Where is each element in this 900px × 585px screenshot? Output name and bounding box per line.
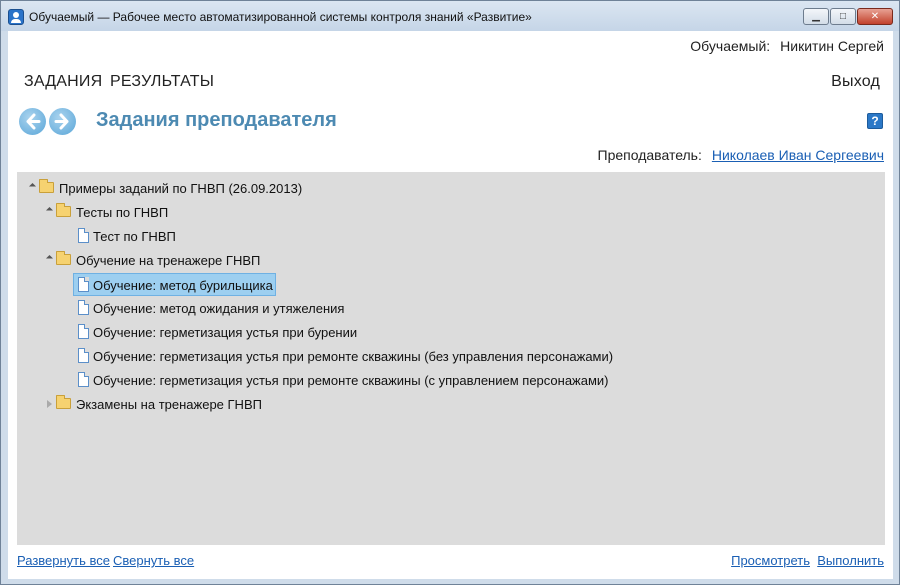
folder-icon <box>56 203 71 217</box>
current-user: Обучаемый: Никитин Сергей <box>690 38 884 54</box>
tree-document-node[interactable]: Обучение: метод ожидания и утяжеления <box>76 298 376 318</box>
user-label: Обучаемый: <box>690 38 771 54</box>
teacher-info: Преподаватель: Николаев Иван Сергеевич <box>598 147 884 163</box>
document-icon <box>78 348 89 363</box>
tree-document-node[interactable]: Обучение: герметизация устья при бурении <box>76 322 396 342</box>
nav-tasks[interactable]: ЗАДАНИЯ <box>24 73 102 91</box>
close-button[interactable]: ✕ <box>857 8 893 25</box>
tree-node-label: Обучение: герметизация устья при бурении <box>93 325 358 340</box>
app-window: Обучаемый — Рабочее место автоматизирова… <box>0 0 900 585</box>
app-user-icon <box>8 9 24 25</box>
help-icon[interactable]: ? <box>867 113 883 129</box>
tree-node-label: Тесты по ГНВП <box>76 205 169 220</box>
tree-node-label: Примеры заданий по ГНВП (26.09.2013) <box>59 181 303 196</box>
tree-node-label: Обучение: герметизация устья при ремонте… <box>93 349 614 364</box>
tree-node-label: Обучение: метод ожидания и утяжеления <box>93 301 345 316</box>
client-area: Обучаемый: Никитин Сергей ЗАДАНИЯ РЕЗУЛЬТ… <box>8 31 893 579</box>
arrow-right-icon <box>54 113 69 130</box>
expand-arrow-icon[interactable] <box>45 206 54 215</box>
view-link[interactable]: Просмотреть <box>731 553 810 568</box>
folder-icon <box>56 395 71 409</box>
tree-document-node[interactable]: Обучение: герметизация устья при ремонте… <box>76 346 636 366</box>
document-icon <box>78 300 89 315</box>
tree-node-label: Экзамены на тренажере ГНВП <box>76 397 262 412</box>
tree-document-node[interactable]: Обучение: герметизация устья при ремонте… <box>76 370 636 390</box>
run-link[interactable]: Выполнить <box>817 553 884 568</box>
tree-node-label: Обучение: герметизация устья при ремонте… <box>93 373 609 388</box>
expand-arrow-icon[interactable] <box>28 182 37 191</box>
maximize-button[interactable]: □ <box>830 8 856 25</box>
tree-document-node-selected[interactable]: Обучение: метод бурильщика <box>73 273 276 296</box>
title-bar[interactable]: Обучаемый — Рабочее место автоматизирова… <box>1 1 899 31</box>
tree-document-node[interactable]: Тест по ГНВП <box>76 226 196 246</box>
expand-arrow-icon[interactable] <box>45 254 54 263</box>
user-name: Никитин Сергей <box>780 38 884 54</box>
tree-folder-node[interactable]: Тесты по ГНВП <box>44 202 194 222</box>
task-tree: Примеры заданий по ГНВП (26.09.2013) Тес… <box>17 172 885 545</box>
tree-folder-node[interactable]: Обучение на тренажере ГНВП <box>44 250 284 270</box>
exit-link[interactable]: Выход <box>831 73 880 91</box>
folder-icon <box>56 251 71 265</box>
tree-node-label: Обучение: метод бурильщика <box>93 278 273 293</box>
arrow-left-icon <box>26 113 41 130</box>
document-icon <box>78 372 89 387</box>
folder-icon <box>39 179 54 193</box>
document-icon <box>78 228 89 243</box>
document-icon <box>78 324 89 339</box>
minimize-button[interactable]: ▁ <box>803 8 829 25</box>
collapse-all-link[interactable]: Свернуть все <box>113 553 194 568</box>
tree-folder-node[interactable]: Экзамены на тренажере ГНВП <box>44 394 284 414</box>
document-icon <box>78 277 89 292</box>
teacher-label: Преподаватель: <box>597 147 702 163</box>
forward-button[interactable] <box>49 108 76 135</box>
collapsed-arrow-icon[interactable] <box>47 400 52 408</box>
teacher-name-link[interactable]: Николаев Иван Сергеевич <box>712 147 884 163</box>
page-title: Задания преподавателя <box>96 109 337 131</box>
expand-all-link[interactable]: Развернуть все <box>17 553 110 568</box>
tree-folder-node[interactable]: Примеры заданий по ГНВП (26.09.2013) <box>27 178 327 198</box>
back-button[interactable] <box>19 108 46 135</box>
nav-results[interactable]: РЕЗУЛЬТАТЫ <box>110 73 214 91</box>
window-title: Обучаемый — Рабочее место автоматизирова… <box>29 10 532 24</box>
tree-node-label: Обучение на тренажере ГНВП <box>76 253 261 268</box>
tree-node-label: Тест по ГНВП <box>93 229 176 244</box>
